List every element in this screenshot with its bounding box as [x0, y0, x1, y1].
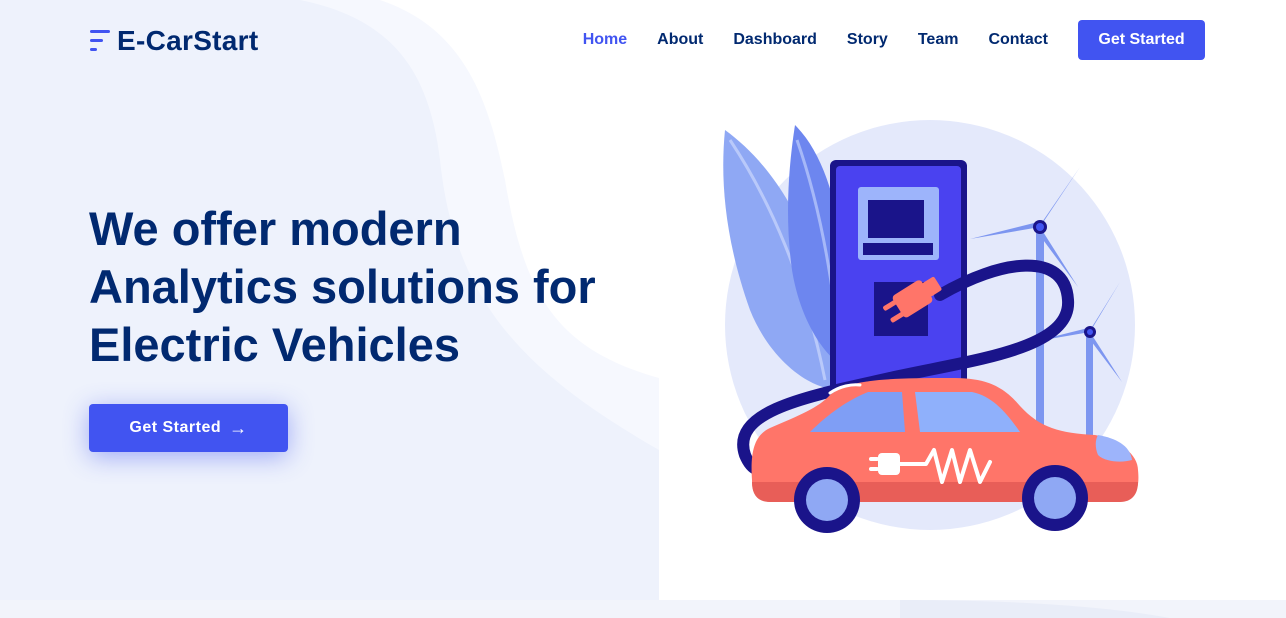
- nav-contact[interactable]: Contact: [988, 20, 1048, 60]
- brand-name: E-CarStart: [117, 25, 259, 56]
- nav-team[interactable]: Team: [918, 20, 959, 60]
- site-header: E-CarStart Home About Dashboard Story Te…: [0, 0, 1286, 80]
- hero-text: We offer modern Analytics solutions for …: [89, 200, 649, 374]
- hero-title-line-2: Analytics solutions for: [89, 260, 596, 313]
- header-get-started-button[interactable]: Get Started: [1078, 20, 1205, 60]
- arrow-right-icon: →: [229, 418, 248, 438]
- hero-title: We offer modern Analytics solutions for …: [89, 200, 649, 374]
- main-nav: Home About Dashboard Story Team Contact …: [553, 20, 1205, 60]
- hero-button-label: Get Started: [129, 419, 222, 436]
- nav-home[interactable]: Home: [583, 20, 627, 60]
- logo-lines-icon: [90, 30, 110, 51]
- nav-dashboard[interactable]: Dashboard: [733, 20, 817, 60]
- hero-get-started-button[interactable]: Get Started →: [89, 404, 288, 452]
- front-wheel-icon: [794, 467, 860, 533]
- nav-story[interactable]: Story: [847, 20, 888, 60]
- electric-car-charging-illustration: [723, 120, 1139, 533]
- hero-title-line-3: Electric Vehicles: [89, 318, 461, 371]
- site-logo[interactable]: E-CarStart: [88, 24, 258, 58]
- nav-about[interactable]: About: [657, 20, 703, 60]
- rear-wheel-icon: [1022, 465, 1088, 531]
- hero-title-line-1: We offer modern: [89, 202, 462, 255]
